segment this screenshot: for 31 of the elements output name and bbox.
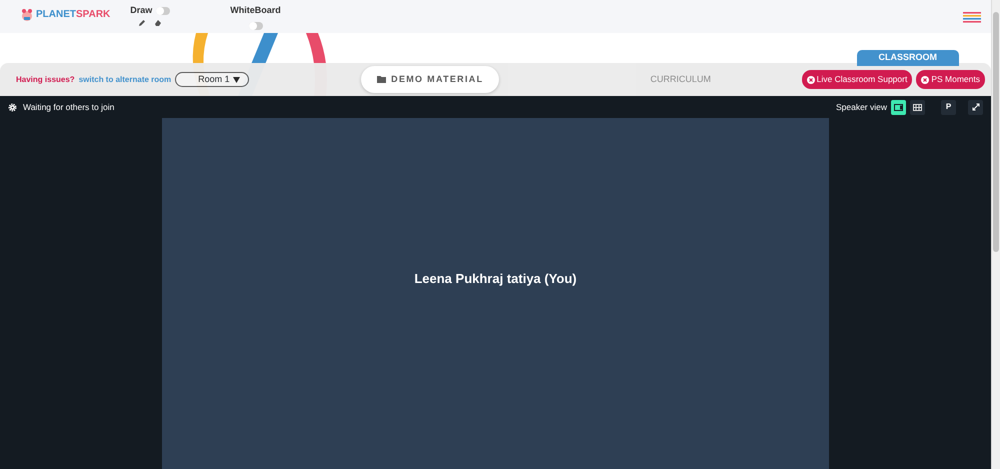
- tab[interactable]: CURRICULUM: [644, 72, 717, 88]
- toggle-switch[interactable]: [248, 22, 263, 30]
- support-button[interactable]: Live Classroom Support: [802, 70, 912, 89]
- caret-icon: [233, 76, 240, 82]
- status-text: Waiting for others to join: [23, 100, 114, 114]
- view-label: Speaker view: [836, 100, 887, 114]
- close-icon: [921, 76, 930, 84]
- mascot-icon: [20, 8, 34, 22]
- eraser-icon[interactable]: [154, 18, 162, 26]
- speaker-view-button[interactable]: [891, 100, 906, 114]
- fullscreen-button[interactable]: [968, 100, 983, 114]
- participant-name: Leena Pukhraj tatiya (You): [414, 270, 577, 288]
- fullscreen-icon: [972, 103, 980, 111]
- grid-icon: [913, 104, 922, 110]
- logo-text: PLANETSPARK: [36, 8, 110, 22]
- classroom-tab[interactable]: CLASSROOM: [856, 50, 959, 66]
- toggle-switch[interactable]: [156, 6, 170, 15]
- pencil-icon[interactable]: [138, 18, 146, 26]
- room-dropdown[interactable]: Room 1: [175, 72, 250, 87]
- speaker-view-icon: [894, 104, 903, 110]
- toggle-label: Draw: [130, 4, 152, 17]
- gallery-view-button[interactable]: [910, 100, 925, 114]
- tab[interactable]: DEMO MATERIAL: [361, 66, 500, 94]
- p-button[interactable]: P: [941, 100, 956, 114]
- switch-room-link[interactable]: switch to alternate room: [78, 74, 172, 86]
- support-button[interactable]: PS Moments: [916, 70, 985, 89]
- issue-text: Having issues?: [16, 74, 75, 86]
- folder-icon: [377, 76, 386, 83]
- settings-icon[interactable]: [8, 102, 17, 112]
- toggle-label: WhiteBoard: [230, 4, 281, 17]
- close-icon: [806, 76, 815, 84]
